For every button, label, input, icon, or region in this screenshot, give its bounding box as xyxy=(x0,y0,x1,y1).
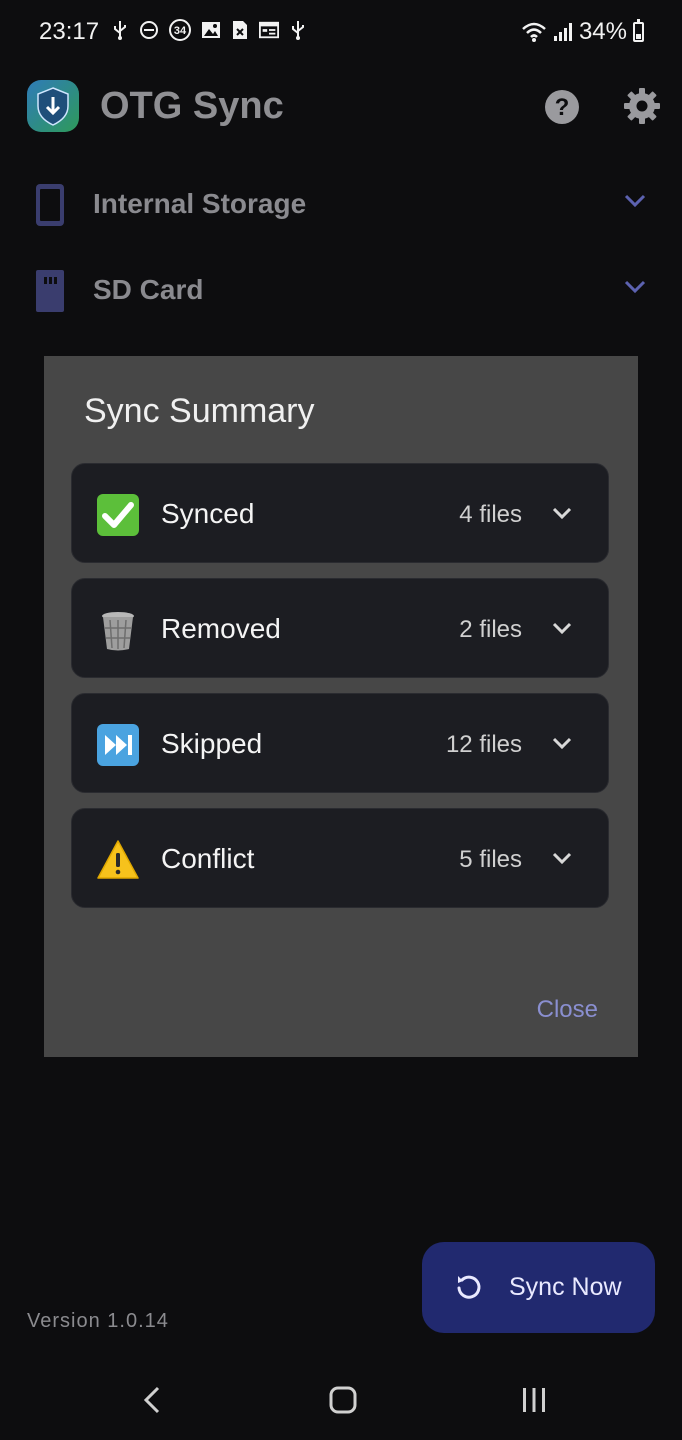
chevron-down-icon[interactable] xyxy=(551,621,573,637)
version-label: Version 1.0.14 xyxy=(27,1310,169,1332)
storage-label-internal: Internal Storage xyxy=(93,188,307,219)
do-not-disturb-icon xyxy=(139,20,159,40)
warning-emoji-icon xyxy=(97,840,139,879)
close-button[interactable]: Close xyxy=(537,996,598,1024)
chevron-down-icon[interactable] xyxy=(551,851,573,867)
summary-label: Conflict xyxy=(161,843,255,874)
check-mark-emoji-icon xyxy=(97,494,139,536)
sd-card-icon xyxy=(36,270,64,312)
notification-count-badge: 34 xyxy=(168,19,192,41)
summary-item-removed[interactable]: Removed 2 files xyxy=(71,578,609,678)
storage-row-sd-card[interactable]: SD Card xyxy=(0,250,682,330)
summary-count: 5 files xyxy=(459,846,522,873)
app-logo-icon xyxy=(27,80,79,132)
image-icon xyxy=(201,20,221,40)
sync-summary-dialog: Sync Summary Synced 4 files Removed 2 fi… xyxy=(44,356,638,1057)
help-icon[interactable]: ? xyxy=(543,88,581,126)
home-nav-icon[interactable] xyxy=(323,1380,363,1420)
signal-icon xyxy=(553,22,573,42)
storage-label-sd-card: SD Card xyxy=(93,274,204,305)
status-time: 23:17 xyxy=(39,18,100,45)
status-bar: 23:17 34 34% xyxy=(0,0,682,66)
system-nav-bar xyxy=(0,1360,682,1440)
summary-count: 4 files xyxy=(459,501,522,528)
app-title: OTG Sync xyxy=(100,85,284,127)
chevron-down-icon[interactable] xyxy=(622,278,648,296)
chevron-down-icon[interactable] xyxy=(622,192,648,210)
storage-row-internal[interactable]: Internal Storage xyxy=(0,164,682,244)
refresh-icon xyxy=(457,1275,481,1299)
back-nav-icon[interactable] xyxy=(132,1380,172,1420)
summary-item-synced[interactable]: Synced 4 files xyxy=(71,463,609,563)
notification-count-text: 34 xyxy=(174,25,187,37)
battery-percent: 34% xyxy=(578,18,627,45)
app-bar: OTG Sync ? xyxy=(0,66,682,152)
wifi-icon xyxy=(521,22,547,42)
recent-apps-nav-icon[interactable] xyxy=(514,1380,554,1420)
trash-can-emoji-icon xyxy=(102,612,134,651)
summary-item-conflict[interactable]: Conflict 5 files xyxy=(71,808,609,908)
summary-count: 12 files xyxy=(445,731,522,758)
calendar-icon xyxy=(259,20,279,40)
gear-icon[interactable] xyxy=(622,86,662,126)
sync-now-button[interactable]: Sync Now xyxy=(422,1242,655,1333)
battery-icon xyxy=(633,19,644,42)
file-error-icon xyxy=(230,20,250,40)
chevron-down-icon[interactable] xyxy=(551,506,573,522)
summary-label: Removed xyxy=(161,613,281,644)
fast-forward-emoji-icon xyxy=(97,724,139,766)
sync-now-label: Sync Now xyxy=(509,1273,622,1301)
summary-count: 2 files xyxy=(459,616,522,643)
status-right: 34% xyxy=(521,18,644,46)
summary-label: Synced xyxy=(161,498,255,529)
summary-item-skipped[interactable]: Skipped 12 files xyxy=(71,693,609,793)
svg-text:?: ? xyxy=(555,94,570,121)
usb-icon xyxy=(110,20,130,40)
chevron-down-icon[interactable] xyxy=(551,736,573,752)
phone-icon xyxy=(36,184,64,226)
usb-icon-2 xyxy=(288,20,308,40)
summary-label: Skipped xyxy=(161,728,263,759)
status-notification-icons: 34 xyxy=(110,19,308,41)
dialog-title: Sync Summary xyxy=(84,392,315,430)
